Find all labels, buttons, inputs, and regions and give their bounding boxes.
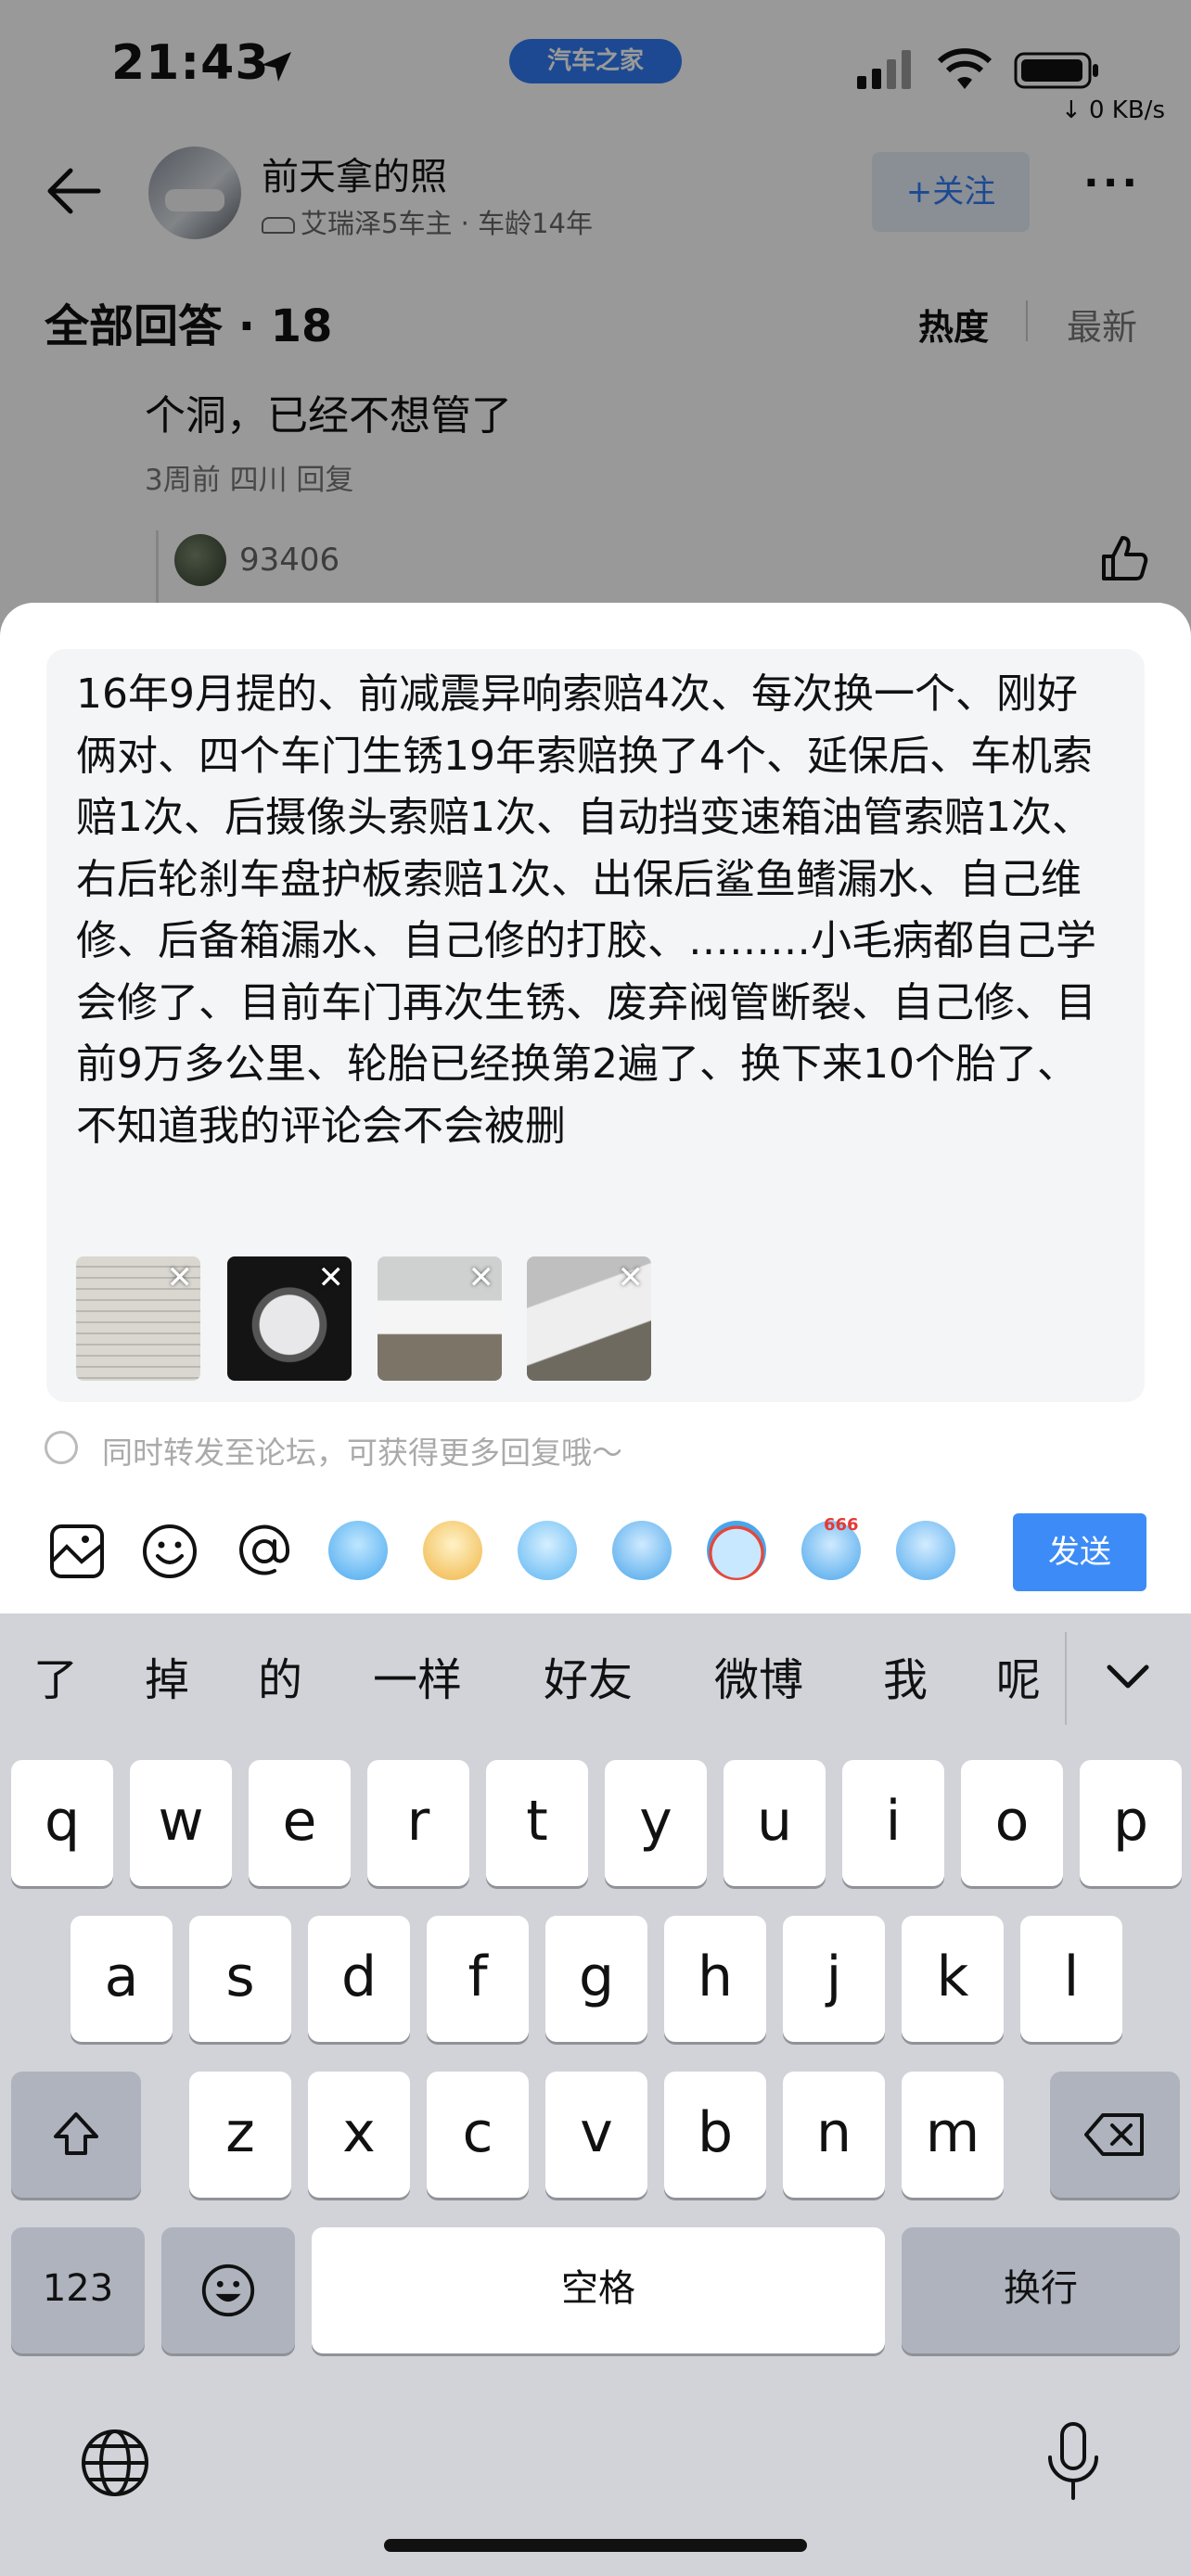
key-b[interactable]: b	[664, 2072, 766, 2198]
send-button[interactable]: 发送	[1013, 1513, 1146, 1591]
key-w[interactable]: w	[130, 1760, 232, 1886]
backspace-icon	[1084, 2113, 1144, 2156]
attached-photo-4[interactable]: ✕	[527, 1256, 651, 1381]
smiley-icon	[201, 2264, 255, 2317]
sticker-3-icon[interactable]	[518, 1521, 577, 1580]
forward-to-forum-radio[interactable]	[45, 1431, 78, 1464]
remove-photo-icon[interactable]: ✕	[618, 1262, 645, 1294]
candidate-word[interactable]: 微博	[714, 1643, 803, 1708]
candidate-word[interactable]: 我	[883, 1643, 928, 1708]
globe-icon[interactable]	[78, 2426, 152, 2500]
candidate-divider	[1065, 1632, 1067, 1725]
space-key[interactable]: 空格	[312, 2227, 885, 2353]
key-r[interactable]: r	[367, 1760, 469, 1886]
key-s[interactable]: s	[189, 1916, 291, 2042]
key-i[interactable]: i	[842, 1760, 944, 1886]
delete-key[interactable]	[1050, 2072, 1180, 2198]
key-l[interactable]: l	[1020, 1916, 1122, 2042]
key-u[interactable]: u	[724, 1760, 826, 1886]
microphone-icon[interactable]	[1041, 2420, 1106, 2504]
key-m[interactable]: m	[902, 2072, 1004, 2198]
emoji-key[interactable]	[161, 2227, 295, 2353]
key-y[interactable]: y	[605, 1760, 707, 1886]
sticker-4-icon[interactable]	[612, 1521, 672, 1580]
key-f[interactable]: f	[427, 1916, 529, 2042]
key-j[interactable]: j	[783, 1916, 885, 2042]
attached-photo-1[interactable]: ✕	[76, 1256, 200, 1381]
candidate-word[interactable]: 一样	[373, 1643, 462, 1708]
key-q[interactable]: q	[11, 1760, 113, 1886]
key-o[interactable]: o	[961, 1760, 1063, 1886]
compose-input[interactable]: 16年9月提的、前减震异响索赔4次、每次换一个、刚好俩对、四个车门生锈19年索赔…	[76, 664, 1115, 1157]
candidate-word[interactable]: 掉	[145, 1643, 189, 1708]
candidate-word[interactable]: 的	[258, 1643, 302, 1708]
numbers-key[interactable]: 123	[11, 2227, 145, 2353]
attached-photo-2[interactable]: ✕	[227, 1256, 352, 1381]
forward-to-forum-label[interactable]: 同时转发至论坛，可获得更多回复哦～	[102, 1428, 622, 1473]
candidate-word[interactable]: 了	[33, 1643, 78, 1708]
key-k[interactable]: k	[902, 1916, 1004, 2042]
key-g[interactable]: g	[545, 1916, 647, 2042]
sticker-6-icon[interactable]: 666	[801, 1515, 861, 1580]
sticker-5-icon[interactable]	[707, 1521, 766, 1580]
key-z[interactable]: z	[189, 2072, 291, 2198]
remove-photo-icon[interactable]: ✕	[167, 1262, 194, 1294]
candidate-word[interactable]: 好友	[544, 1643, 633, 1708]
attached-photo-3[interactable]: ✕	[378, 1256, 502, 1381]
sticker-7-icon[interactable]	[896, 1521, 955, 1580]
key-h[interactable]: h	[664, 1916, 766, 2042]
key-t[interactable]: t	[486, 1760, 588, 1886]
sticker-6-badge: 666	[824, 1515, 859, 1535]
home-indicator	[384, 2539, 807, 2552]
key-e[interactable]: e	[249, 1760, 351, 1886]
emoji-icon[interactable]	[139, 1521, 200, 1582]
mention-icon[interactable]	[234, 1521, 295, 1582]
remove-photo-icon[interactable]: ✕	[468, 1262, 495, 1294]
key-x[interactable]: x	[308, 2072, 410, 2198]
key-d[interactable]: d	[308, 1916, 410, 2042]
chevron-down-icon[interactable]	[1100, 1654, 1156, 1701]
sticker-1-icon[interactable]	[328, 1521, 388, 1580]
key-p[interactable]: p	[1080, 1760, 1182, 1886]
remove-photo-icon[interactable]: ✕	[318, 1262, 345, 1294]
key-a[interactable]: a	[70, 1916, 173, 2042]
image-picker-icon[interactable]	[46, 1521, 108, 1582]
key-v[interactable]: v	[545, 2072, 647, 2198]
shift-key[interactable]	[11, 2072, 141, 2198]
shift-icon	[54, 2112, 98, 2155]
key-n[interactable]: n	[783, 2072, 885, 2198]
key-c[interactable]: c	[427, 2072, 529, 2198]
return-key[interactable]: 换行	[902, 2227, 1180, 2353]
candidate-word[interactable]: 呢	[996, 1643, 1041, 1708]
modal-backdrop[interactable]	[0, 0, 1191, 649]
sticker-2-icon[interactable]	[423, 1521, 482, 1580]
